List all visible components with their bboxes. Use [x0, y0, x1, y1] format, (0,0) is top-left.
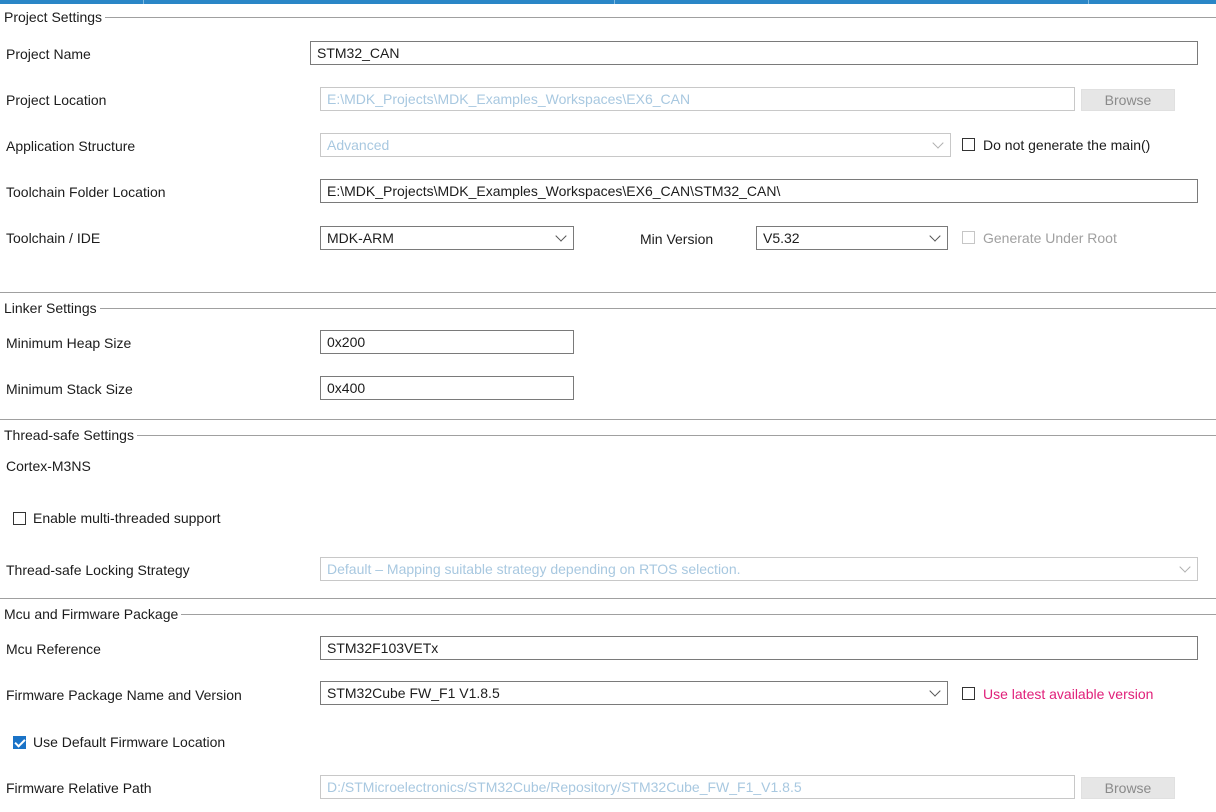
project-location-browse-button: Browse [1081, 89, 1175, 111]
core-name-label: Cortex-M3NS [6, 458, 91, 474]
mcu-reference-input: STM32F103VETx [320, 636, 1198, 660]
mcu-reference-label: Mcu Reference [6, 641, 101, 657]
section-divider [4, 17, 1216, 18]
min-stack-size-input[interactable]: 0x400 [320, 376, 574, 400]
locking-strategy-label: Thread-safe Locking Strategy [6, 562, 190, 578]
section-title-mcu-firmware: Mcu and Firmware Package [4, 606, 182, 622]
min-version-label: Min Version [640, 231, 714, 247]
toolchain-folder-input[interactable]: E:\MDK_Projects\MDK_Examples_Workspaces\… [320, 179, 1198, 203]
min-stack-size-label: Minimum Stack Size [6, 381, 133, 397]
firmware-relative-path-input: D:/STMicroelectronics/STM32Cube/Reposito… [320, 775, 1075, 799]
multithread-support-label: Enable multi-threaded support [33, 510, 221, 526]
project-name-label: Project Name [6, 46, 91, 62]
use-default-firmware-location-checkbox[interactable] [13, 736, 26, 749]
generate-under-root-label: Generate Under Root [983, 230, 1117, 246]
multithread-support-checkbox[interactable] [13, 512, 26, 525]
min-version-select[interactable]: V5.32 [756, 226, 948, 250]
section-divider [0, 598, 1216, 599]
firmware-path-browse-button: Browse [1081, 777, 1175, 799]
application-structure-label: Application Structure [6, 138, 136, 154]
section-divider [0, 292, 1216, 293]
project-location-input: E:\MDK_Projects\MDK_Examples_Workspaces\… [320, 87, 1075, 111]
min-heap-size-input[interactable]: 0x200 [320, 330, 574, 354]
generate-under-root-checkbox [962, 231, 975, 244]
toolchain-ide-select[interactable]: MDK-ARM [320, 226, 574, 250]
toolchain-folder-label: Toolchain Folder Location [6, 184, 166, 200]
section-title-linker-settings: Linker Settings [4, 300, 100, 316]
toolchain-ide-label: Toolchain / IDE [6, 230, 101, 246]
section-divider [4, 435, 1216, 436]
use-default-firmware-location-label: Use Default Firmware Location [33, 734, 226, 750]
section-divider [4, 308, 1216, 309]
firmware-relative-path-label: Firmware Relative Path [6, 780, 152, 796]
use-latest-version-label: Use latest available version [983, 686, 1154, 702]
project-location-label: Project Location [6, 92, 107, 108]
min-heap-size-label: Minimum Heap Size [6, 335, 132, 351]
top-accent-bar [0, 0, 1216, 4]
locking-strategy-select: Default – Mapping suitable strategy depe… [320, 557, 1198, 581]
section-title-project-settings: Project Settings [4, 9, 106, 25]
firmware-package-label: Firmware Package Name and Version [6, 687, 242, 703]
do-not-generate-main-label: Do not generate the main() [983, 137, 1151, 153]
application-structure-select: Advanced [320, 133, 951, 157]
section-title-thread-safe-settings: Thread-safe Settings [4, 427, 137, 443]
project-name-input[interactable]: STM32_CAN [310, 41, 1198, 65]
use-latest-version-checkbox[interactable] [962, 687, 975, 700]
section-divider [0, 419, 1216, 420]
firmware-package-select[interactable]: STM32Cube FW_F1 V1.8.5 [320, 681, 948, 705]
section-divider [4, 614, 1216, 615]
do-not-generate-main-checkbox[interactable] [962, 138, 975, 151]
